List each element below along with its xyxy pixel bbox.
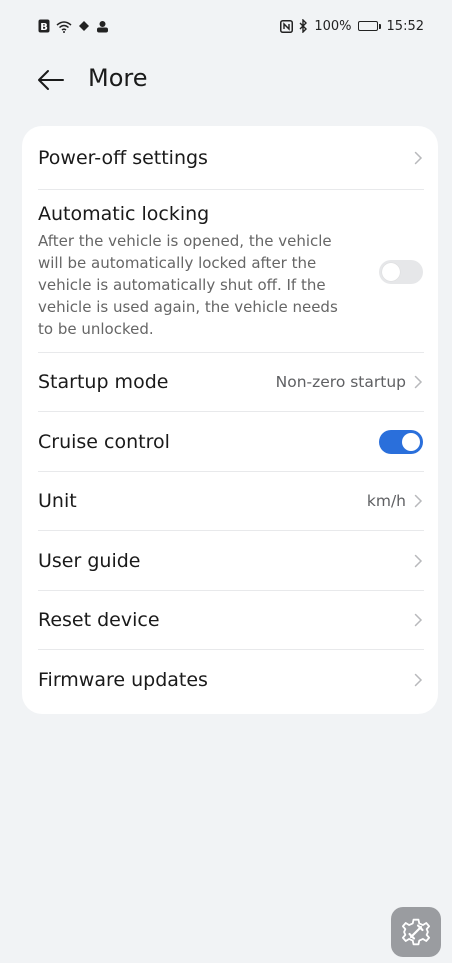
unit-value: km/h xyxy=(366,492,406,510)
clock: 15:52 xyxy=(386,18,424,34)
cruise-control-title: Cruise control xyxy=(38,430,170,453)
svg-text:B: B xyxy=(40,22,48,33)
reset-device-title: Reset device xyxy=(38,609,160,631)
automatic-locking-description: After the vehicle is opened, the vehicle… xyxy=(38,232,338,338)
page-title: More xyxy=(88,64,148,92)
battery-icon xyxy=(357,21,381,31)
chevron-right-icon xyxy=(412,612,424,628)
startup-mode-row[interactable]: Startup mode Non-zero startup xyxy=(38,353,424,411)
status-left-icons: B xyxy=(38,19,109,33)
power-off-settings-row[interactable]: Power-off settings xyxy=(38,126,424,189)
arrow-left-icon xyxy=(38,70,64,90)
floating-tools-button[interactable] xyxy=(391,907,441,957)
cruise-control-row: Cruise control xyxy=(38,412,424,471)
toggle-knob xyxy=(382,263,400,281)
nfc-icon xyxy=(280,19,294,33)
startup-mode-value: Non-zero startup xyxy=(275,373,406,391)
power-off-settings-title: Power-off settings xyxy=(38,146,208,169)
settings-card: Power-off settings Automatic locking Aft… xyxy=(22,126,438,714)
gear-wrench-icon xyxy=(401,918,431,946)
firmware-updates-row[interactable]: Firmware updates xyxy=(38,650,424,709)
bluetooth-icon xyxy=(299,19,308,33)
user-guide-title: User guide xyxy=(38,549,141,572)
chevron-right-icon xyxy=(412,374,424,390)
reset-device-row[interactable]: Reset device xyxy=(38,591,424,649)
chevron-right-icon xyxy=(412,672,424,688)
user-guide-row[interactable]: User guide xyxy=(38,531,424,590)
chevron-right-icon xyxy=(412,150,424,166)
notification-person-icon xyxy=(96,20,109,33)
firmware-updates-title: Firmware updates xyxy=(38,668,208,691)
automatic-locking-toggle[interactable] xyxy=(379,260,423,284)
wifi-icon xyxy=(56,20,72,33)
notification-b-icon: B xyxy=(38,19,50,33)
back-button[interactable] xyxy=(36,66,66,94)
automatic-locking-row: Automatic locking After the vehicle is o… xyxy=(38,190,424,352)
unit-title: Unit xyxy=(38,490,77,512)
chevron-right-icon xyxy=(412,493,424,509)
battery-percent: 100% xyxy=(314,18,352,34)
startup-mode-title: Startup mode xyxy=(38,371,169,393)
toggle-knob xyxy=(402,433,420,451)
page-header: More xyxy=(0,52,452,108)
automatic-locking-title: Automatic locking xyxy=(38,203,210,225)
unit-row[interactable]: Unit km/h xyxy=(38,472,424,530)
status-right-icons: 100% 15:52 xyxy=(280,19,424,34)
app-notification-icon xyxy=(78,20,90,32)
cruise-control-toggle[interactable] xyxy=(379,430,423,454)
status-bar: B 100% 15:52 xyxy=(0,0,452,52)
chevron-right-icon xyxy=(412,553,424,569)
